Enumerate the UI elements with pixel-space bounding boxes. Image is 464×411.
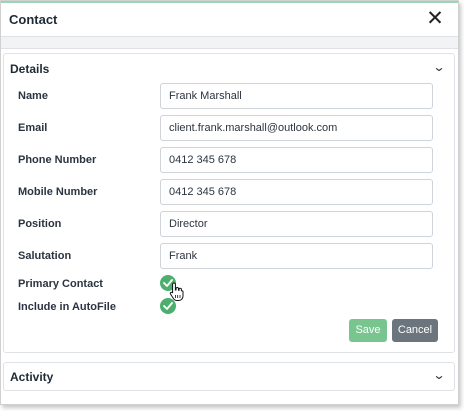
details-section-header[interactable]: Details ⌄ [4,54,454,84]
salutation-label: Salutation [18,250,72,262]
cancel-button[interactable]: Cancel [392,319,438,342]
phone-number-field[interactable] [160,147,433,173]
activity-section-header[interactable]: Activity ⌄ [4,363,454,393]
contact-dialog: Contact ✕ Details ⌄ Name Email Phone Num… [0,0,459,405]
salutation-field[interactable] [160,243,433,269]
email-field[interactable] [160,115,433,141]
dialog-title: Contact [9,12,58,27]
details-section-title: Details [10,62,50,76]
name-field[interactable] [160,83,433,109]
header-spacer [1,37,458,49]
checkmark-icon [163,302,173,310]
email-label: Email [18,122,48,134]
position-label: Position [18,218,62,230]
mobile-number-label: Mobile Number [18,186,98,198]
mobile-number-field[interactable] [160,179,433,205]
save-button[interactable]: Save [349,319,387,342]
activity-section-title: Activity [10,370,54,384]
include-autofile-label: Include in AutoFile [18,301,116,313]
dialog-header: Contact ✕ [1,3,458,37]
phone-number-label: Phone Number [18,154,97,166]
chevron-down-icon[interactable]: ⌄ [432,368,445,382]
hand-cursor-icon [169,282,184,301]
primary-contact-label: Primary Contact [18,278,103,290]
close-icon[interactable]: ✕ [426,8,444,29]
chevron-down-icon[interactable]: ⌄ [432,60,445,74]
position-field[interactable] [160,211,433,237]
name-label: Name [18,90,48,102]
activity-section: Activity ⌄ [3,362,455,391]
